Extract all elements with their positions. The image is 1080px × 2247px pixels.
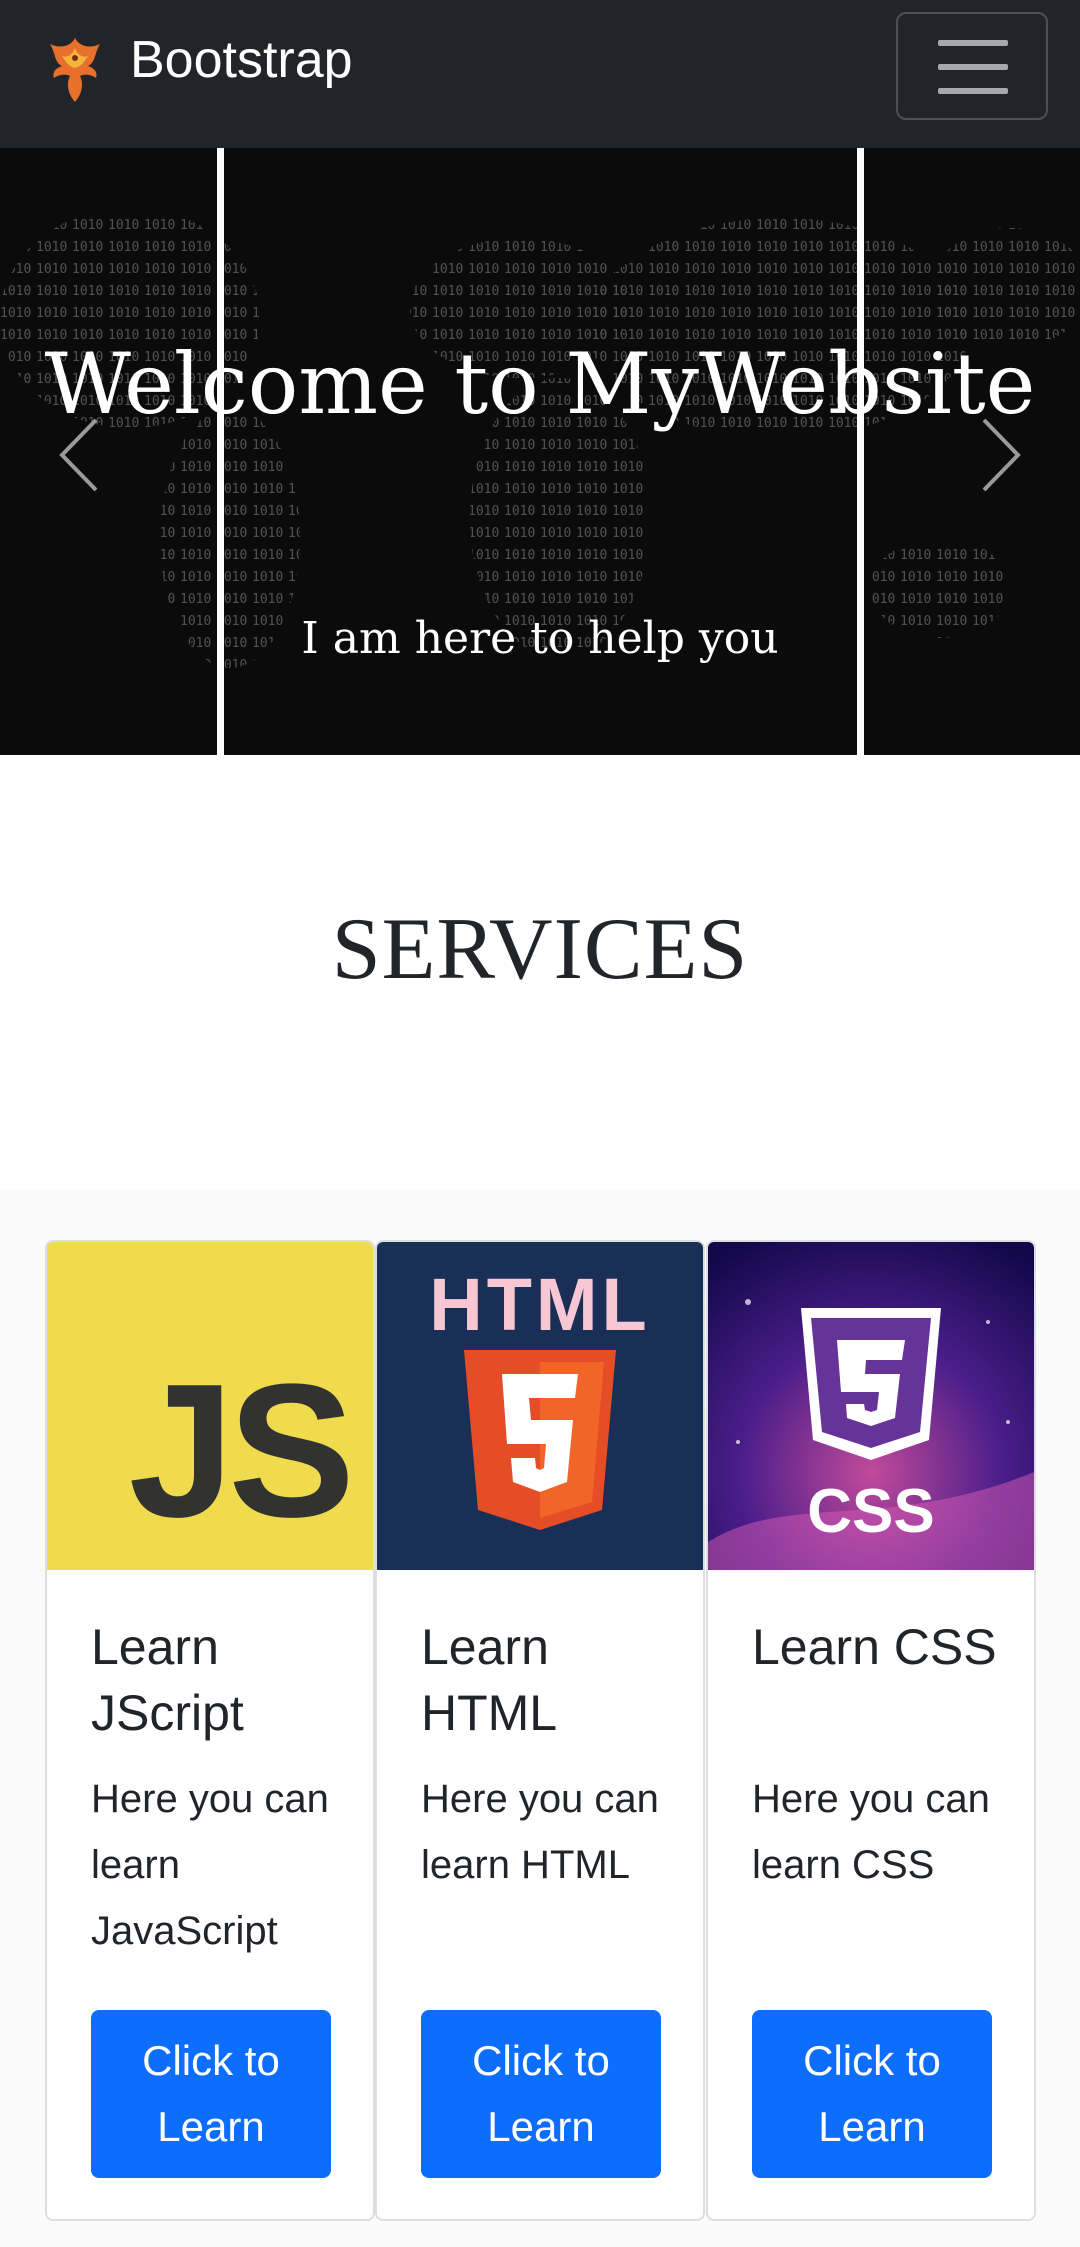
hero-carousel: 1010 Welcome to MyWebsite I am here to h…	[0, 148, 1080, 755]
click-to-learn-button[interactable]: Click to Learn	[91, 2010, 331, 2178]
css-logo-text: CSS	[807, 1477, 934, 1546]
click-to-learn-button[interactable]: Click to Learn	[421, 2010, 661, 2178]
card-text: Here you can learn JavaScript	[91, 1777, 329, 1953]
phoenix-logo[interactable]	[44, 34, 106, 104]
js-logo-text: JS	[128, 1345, 355, 1557]
card-title: Learn HTML	[421, 1619, 558, 1741]
carousel-title: Welcome to MyWebsite	[44, 335, 1036, 433]
card-title: Learn JScript	[91, 1619, 244, 1741]
service-card-javascript: JS Learn JScript Here you can learn Java…	[45, 1240, 375, 2221]
service-card-css: CSS Learn CSS Here you can learn CSS Cli…	[706, 1240, 1036, 2221]
hamburger-menu-icon-bar	[938, 88, 1008, 94]
card-title: Learn CSS	[752, 1619, 997, 1675]
hamburger-menu-icon-bar	[938, 64, 1008, 70]
card-text: Here you can learn HTML	[421, 1777, 659, 1887]
navbar: Bootstrap	[0, 0, 1080, 148]
navbar-toggler-button[interactable]	[896, 12, 1048, 120]
service-card-html: HTML Learn HTML Here you can learn HTML …	[375, 1240, 705, 2221]
services-heading: SERVICES	[331, 901, 749, 998]
brand-text[interactable]: Bootstrap	[130, 28, 353, 92]
card-text: Here you can learn CSS	[752, 1777, 990, 1887]
click-to-learn-button[interactable]: Click to Learn	[752, 2010, 992, 2178]
css3-logo: CSS	[708, 1242, 1034, 1570]
carousel-caption: I am here to help you	[301, 613, 779, 664]
html-logo-text: HTML	[429, 1263, 651, 1346]
html5-logo: HTML	[377, 1242, 703, 1570]
hamburger-menu-icon	[938, 40, 1008, 46]
javascript-logo: JS	[47, 1242, 373, 1570]
